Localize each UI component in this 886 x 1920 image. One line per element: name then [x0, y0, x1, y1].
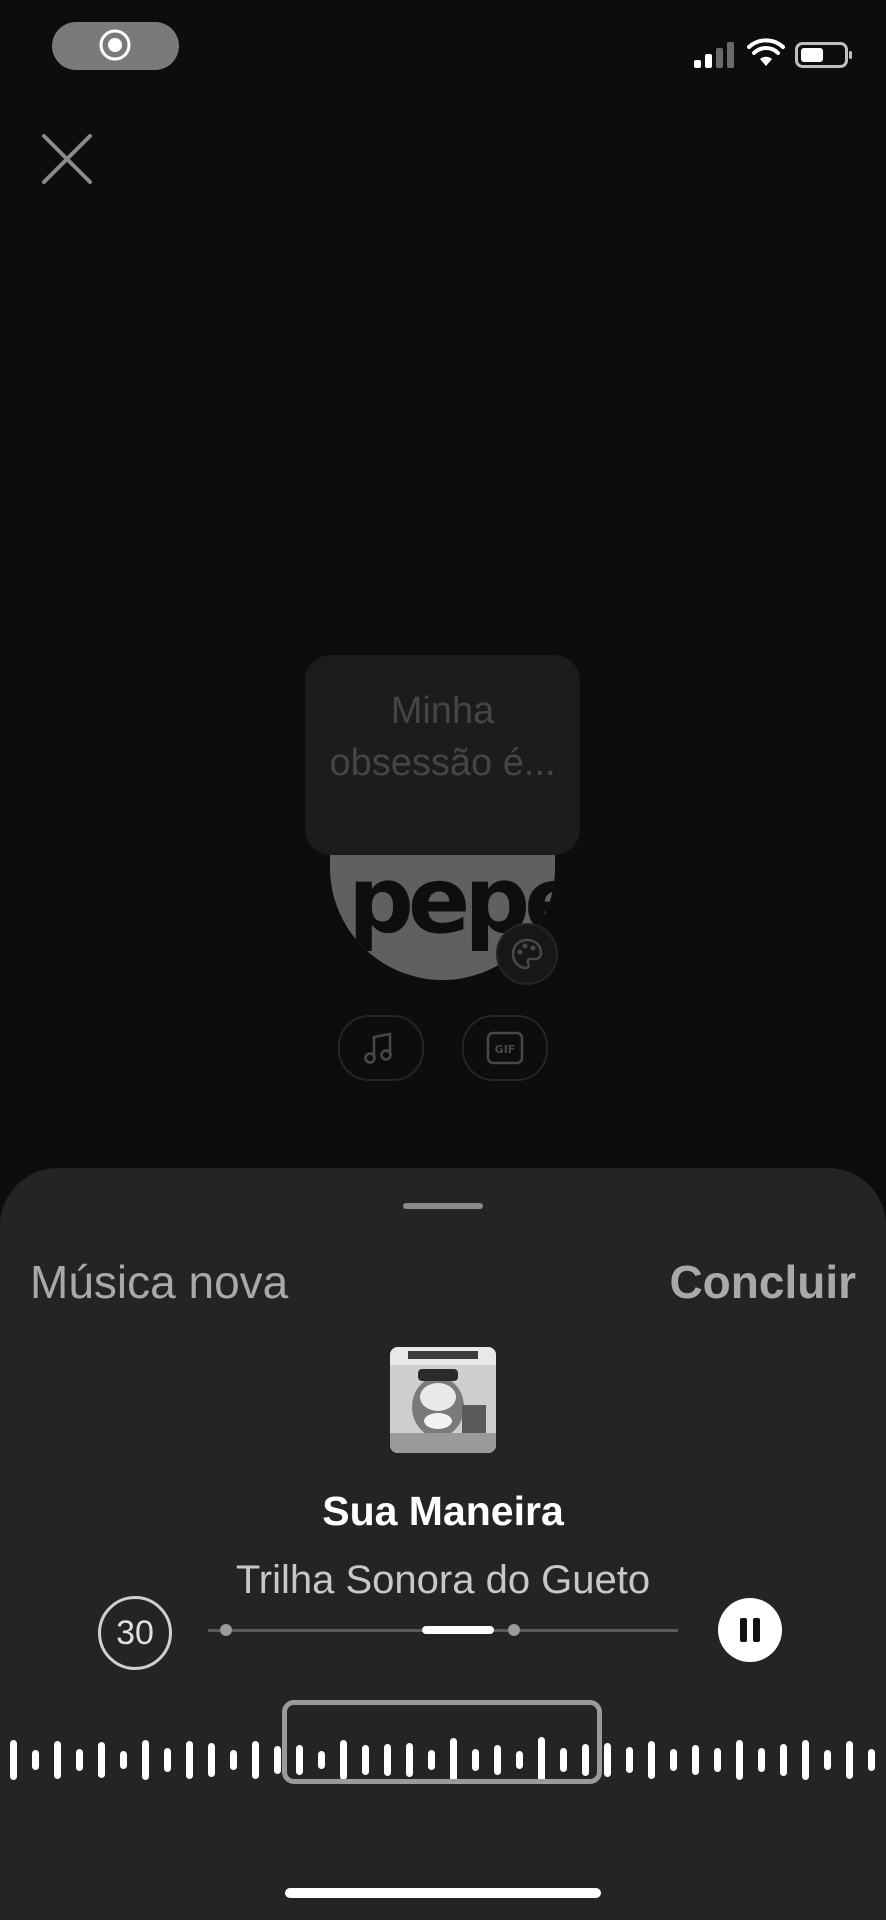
waveform-bar — [186, 1741, 193, 1779]
question-sticker: Minha obsessão é... — [305, 655, 580, 855]
music-note-icon — [364, 1032, 392, 1064]
waveform-bar — [604, 1743, 611, 1777]
gif-label: GIF — [495, 1043, 516, 1056]
timeline-dot-end — [508, 1624, 520, 1636]
waveform-bar — [868, 1749, 875, 1771]
battery-icon — [795, 42, 852, 68]
duration-button[interactable]: 30 — [98, 1596, 172, 1670]
waveform-bar — [758, 1748, 765, 1772]
waveform-bar — [32, 1750, 39, 1770]
waveform-bar — [670, 1749, 677, 1771]
signal-bars-icon — [694, 42, 734, 68]
palette-button — [496, 923, 558, 985]
music-sticker-button — [338, 1015, 424, 1081]
timeline-selection[interactable] — [422, 1626, 494, 1634]
close-icon[interactable] — [38, 130, 96, 188]
new-music-button[interactable]: Música nova — [30, 1255, 288, 1309]
sheet-grabber[interactable] — [403, 1203, 483, 1209]
waveform-bar — [54, 1741, 61, 1779]
waveform-bar — [142, 1740, 149, 1780]
waveform-bar — [802, 1740, 809, 1780]
album-cover — [390, 1347, 496, 1453]
gif-icon: GIF — [486, 1031, 524, 1065]
waveform-bar — [736, 1740, 743, 1780]
waveform-bar — [10, 1740, 17, 1780]
question-text: Minha obsessão é... — [329, 690, 556, 784]
waveform-bar — [824, 1750, 831, 1770]
song-title: Sua Maneira — [322, 1488, 564, 1534]
waveform-bar — [252, 1741, 259, 1779]
gif-sticker-button: GIF — [462, 1015, 548, 1081]
screen-record-icon — [99, 29, 131, 61]
waveform-bar — [164, 1748, 171, 1772]
clip-selector-frame[interactable] — [282, 1700, 602, 1784]
waveform-bar — [648, 1741, 655, 1779]
done-button[interactable]: Concluir — [669, 1255, 856, 1309]
sticker-preview: ara pepe Minha obsessão é... GIF — [300, 655, 590, 1085]
pause-button[interactable] — [718, 1598, 782, 1662]
home-indicator[interactable] — [285, 1888, 601, 1898]
palette-icon — [511, 938, 543, 970]
waveform-bar — [692, 1745, 699, 1775]
waveform-bar — [98, 1742, 105, 1778]
waveform-bar — [230, 1750, 237, 1770]
waveform-bar — [626, 1747, 633, 1773]
album-art-image — [390, 1347, 496, 1453]
waveform-bar — [208, 1743, 215, 1777]
waveform-bar — [120, 1751, 127, 1769]
screen-recording-indicator[interactable] — [52, 22, 179, 70]
wifi-icon — [747, 38, 785, 66]
waveform-bar — [846, 1741, 853, 1779]
waveform-bar — [780, 1744, 787, 1776]
waveform-bar — [714, 1748, 721, 1772]
timeline-dot-start — [220, 1624, 232, 1636]
waveform-bar — [274, 1746, 281, 1774]
waveform-bar — [76, 1749, 83, 1771]
